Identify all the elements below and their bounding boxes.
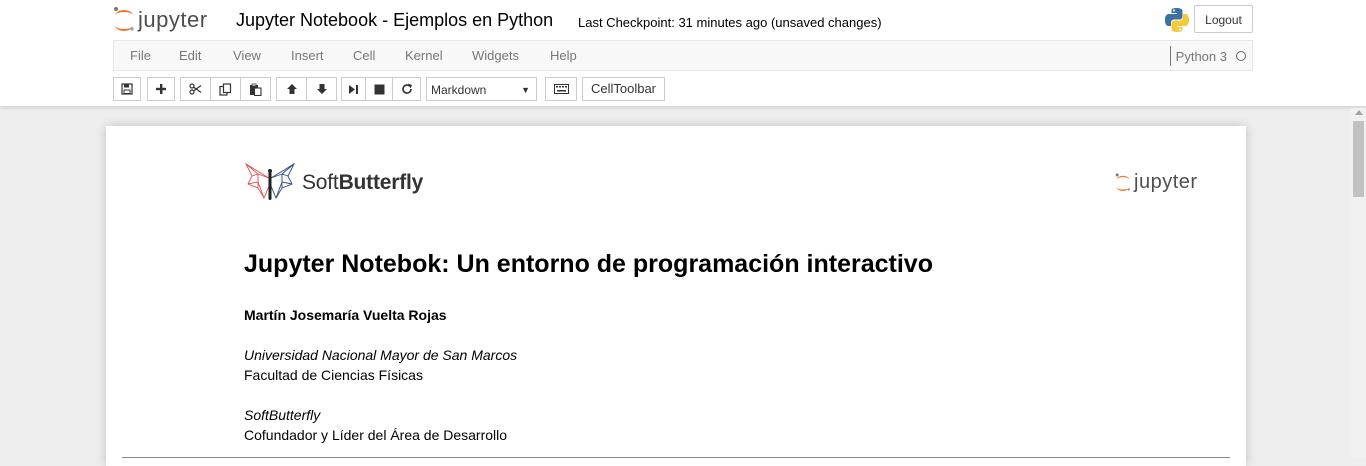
stop-icon <box>374 84 384 94</box>
faculty-name: Facultad de Ciencias Físicas <box>244 367 423 383</box>
menu-insert[interactable]: Insert <box>291 48 324 63</box>
menu-help[interactable]: Help <box>550 48 577 63</box>
copy-button[interactable] <box>210 77 241 101</box>
kernel-indicator: Python 3 <box>1169 46 1246 66</box>
paste-icon <box>250 83 262 96</box>
copy-icon <box>219 82 232 96</box>
company-name: SoftButterfly <box>244 407 321 423</box>
notebook-page: SoftButterfly jupyter Jupyter Notebok: U… <box>106 126 1246 466</box>
jupyter-logo-text: jupyter <box>138 7 208 32</box>
move-down-button[interactable] <box>306 77 337 101</box>
scissors-icon <box>189 83 202 95</box>
butterfly-icon <box>244 162 296 200</box>
move-up-button[interactable] <box>276 77 307 101</box>
logout-button[interactable]: Logout <box>1194 5 1253 33</box>
menu-view[interactable]: View <box>233 48 261 63</box>
interrupt-button[interactable] <box>365 77 393 101</box>
page-scrollbar[interactable] <box>1351 108 1366 459</box>
cut-button[interactable] <box>180 77 211 101</box>
save-button[interactable] <box>113 77 141 101</box>
menu-cell[interactable]: Cell <box>353 48 375 63</box>
menu-file[interactable]: File <box>130 48 151 63</box>
scroll-up-arrow-icon[interactable] <box>1355 110 1363 115</box>
restart-button[interactable] <box>392 77 421 101</box>
university-name: Universidad Nacional Mayor de San Marcos <box>244 347 518 363</box>
step-forward-icon <box>349 84 358 94</box>
notebook-name[interactable]: Jupyter Notebook - Ejemplos en Python <box>236 10 553 31</box>
markdown-title: Jupyter Notebok: Un entorno de programac… <box>244 250 933 278</box>
chevron-down-icon: ▼ <box>521 85 530 95</box>
kernel-name: Python 3 <box>1175 48 1227 64</box>
python-icon <box>1165 8 1189 32</box>
keyboard-icon <box>553 84 569 94</box>
horizontal-rule <box>122 457 1230 458</box>
notebook-header: jupyter Jupyter Notebook - Ejemplos en P… <box>0 0 1366 106</box>
jupyter-logo[interactable]: jupyter <box>113 5 208 35</box>
softbutterfly-logo-text: SoftButterfly <box>302 171 424 194</box>
menubar: File Edit View Insert Cell Kernel Widget… <box>113 40 1253 71</box>
scrollbar-thumb[interactable] <box>1353 121 1364 197</box>
cell-type-value: Markdown <box>431 83 487 97</box>
plus-icon <box>156 84 166 94</box>
author-role: Cofundador y Líder del Área de Desarroll… <box>244 427 508 443</box>
menu-widgets[interactable]: Widgets <box>472 48 519 63</box>
save-icon <box>121 83 133 95</box>
cell-type-select[interactable]: Markdown ▼ <box>426 77 537 101</box>
refresh-icon <box>401 83 412 94</box>
menu-kernel[interactable]: Kernel <box>405 48 443 63</box>
arrow-up-icon <box>286 84 297 94</box>
kernel-separator <box>1169 46 1171 66</box>
jupyter-logo-right: jupyter <box>1115 171 1198 194</box>
insert-cell-button[interactable] <box>147 77 175 101</box>
arrow-down-icon <box>316 84 327 94</box>
author-name: Martín Josemaría Vuelta Rojas <box>244 307 447 323</box>
checkpoint-status: Last Checkpoint: 31 minutes ago (unsaved… <box>578 15 882 30</box>
jupyter-logo-icon <box>1115 173 1130 191</box>
paste-button[interactable] <box>240 77 271 101</box>
jupyter-logo-icon <box>114 7 134 31</box>
run-button[interactable] <box>341 77 366 101</box>
kernel-idle-icon <box>1236 51 1246 61</box>
jupyter-logo-right-text: jupyter <box>1134 171 1198 193</box>
command-palette-button[interactable] <box>545 77 577 101</box>
celltoolbar-button[interactable]: CellToolbar <box>582 77 665 101</box>
softbutterfly-logo: SoftButterfly <box>244 162 423 204</box>
menu-edit[interactable]: Edit <box>179 48 201 63</box>
